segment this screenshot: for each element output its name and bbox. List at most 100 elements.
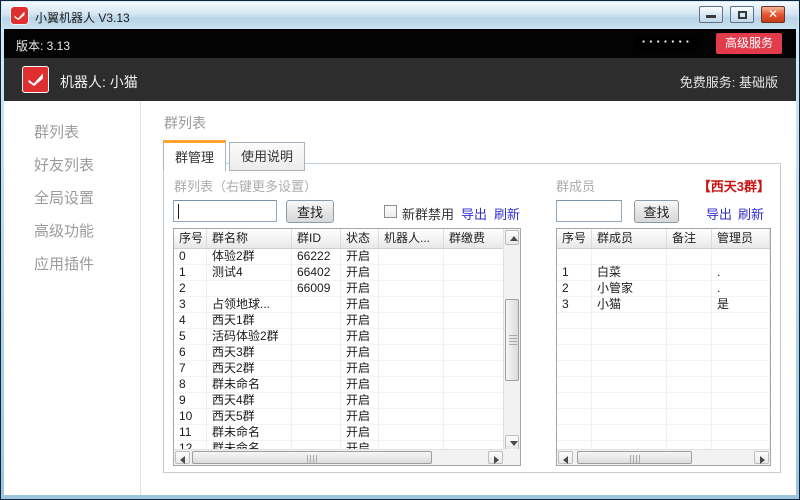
column-header[interactable]: 管理员 [712, 229, 770, 248]
scrollbar-corner [503, 449, 520, 465]
table-cell [379, 409, 444, 425]
table-row[interactable]: 1白菜. [557, 265, 770, 281]
vertical-scroll-thumb[interactable] [505, 299, 519, 381]
table-row[interactable]: 266009开启 [174, 281, 504, 297]
table-cell: 西天4群 [207, 393, 292, 409]
column-header[interactable]: 群缴费 [444, 229, 505, 248]
table-cell: 1 [557, 265, 592, 281]
premium-service-button[interactable]: 高级服务 [716, 33, 782, 54]
column-header[interactable]: 群成员 [592, 229, 667, 248]
table-cell: 测试4 [207, 265, 292, 281]
table-cell [379, 377, 444, 393]
table-row[interactable] [557, 249, 770, 265]
table-cell: 体验2群 [207, 249, 292, 265]
table-row[interactable]: 8群未命名开启 [174, 377, 504, 393]
table-cell: 8 [174, 377, 207, 393]
table-row[interactable]: 5活码体验2群开启 [174, 329, 504, 345]
table-cell: 活码体验2群 [207, 329, 292, 345]
table-cell: 6 [174, 345, 207, 361]
table-cell [444, 249, 504, 265]
version-bar: 版本: 3.13 ······· 高级服务 [4, 29, 796, 58]
thumb-grip [630, 455, 640, 463]
table-row[interactable]: 3小猫是 [557, 297, 770, 313]
table-cell [667, 281, 712, 297]
scroll-left-button[interactable] [558, 451, 573, 464]
table-row[interactable]: 9西天4群开启 [174, 393, 504, 409]
table-cell [379, 361, 444, 377]
table-cell [292, 313, 341, 329]
group-export-link[interactable]: 导出 [461, 204, 487, 223]
group-list-panel-title: 群列表（右键更多设置） [174, 176, 317, 195]
table-cell: 是 [712, 297, 770, 313]
member-search-input[interactable] [556, 200, 622, 222]
column-header[interactable]: 机器人... [379, 229, 444, 248]
column-header[interactable]: 状态 [341, 229, 379, 248]
member-list-table: 序号群成员备注管理员 1白菜.2小管家.3小猫是 [556, 228, 771, 466]
page-title: 群列表 [164, 113, 206, 133]
table-cell [444, 393, 504, 409]
horizontal-scroll-thumb[interactable] [577, 451, 692, 464]
scroll-left-button[interactable] [175, 451, 190, 464]
table-cell [292, 361, 341, 377]
table-cell: 占领地球... [207, 297, 292, 313]
scroll-up-button[interactable] [505, 230, 519, 245]
new-group-disable-label[interactable]: 新群禁用 [402, 204, 454, 223]
group-search-input[interactable] [173, 200, 277, 222]
table-row[interactable]: 4西天1群开启 [174, 313, 504, 329]
tab[interactable]: 群管理 [163, 140, 226, 172]
member-export-link[interactable]: 导出 [706, 204, 732, 223]
table-cell: 开启 [341, 345, 379, 361]
table-cell: 开启 [341, 409, 379, 425]
table-cell: 1 [174, 265, 207, 281]
table-cell: 0 [174, 249, 207, 265]
member-find-button[interactable]: 查找 [634, 200, 679, 223]
column-header[interactable]: 备注 [667, 229, 712, 248]
member-refresh-link[interactable]: 刷新 [738, 204, 764, 223]
scroll-down-button[interactable] [505, 435, 519, 450]
group-table-horizontal-scrollbar[interactable] [174, 449, 504, 465]
arrow-right-icon [760, 456, 765, 464]
table-cell: 开启 [341, 265, 379, 281]
column-separator [666, 249, 667, 451]
table-row[interactable]: 1测试466402开启 [174, 265, 504, 281]
table-row[interactable]: 0体验2群66222开启 [174, 249, 504, 265]
table-row[interactable]: 3占领地球...开启 [174, 297, 504, 313]
group-table-vertical-scrollbar[interactable] [503, 229, 520, 451]
table-cell: 西天3群 [207, 345, 292, 361]
sidebar-item[interactable]: 群列表 [34, 121, 140, 140]
minimize-button[interactable] [699, 6, 723, 23]
arrow-up-icon [510, 236, 518, 241]
horizontal-scroll-thumb[interactable] [192, 451, 432, 464]
maximize-button[interactable] [730, 6, 754, 23]
table-cell [292, 345, 341, 361]
table-cell [379, 281, 444, 297]
table-row[interactable]: 11群未命名开启 [174, 425, 504, 441]
close-button[interactable]: ✕ [761, 6, 785, 23]
robot-bar: 机器人: 小猫 免费服务: 基础版 [4, 58, 796, 101]
group-refresh-link[interactable]: 刷新 [494, 204, 520, 223]
sidebar-item[interactable]: 应用插件 [34, 253, 140, 272]
column-header[interactable]: 序号 [557, 229, 592, 248]
new-group-disable-checkbox[interactable] [384, 205, 397, 218]
sidebar-item[interactable]: 好友列表 [34, 154, 140, 173]
table-cell: 西天1群 [207, 313, 292, 329]
table-row[interactable]: 2小管家. [557, 281, 770, 297]
table-cell [292, 329, 341, 345]
member-table-horizontal-scrollbar[interactable] [557, 449, 770, 465]
column-header[interactable]: 群ID [292, 229, 341, 248]
group-find-button[interactable]: 查找 [286, 200, 334, 223]
table-cell: 开启 [341, 297, 379, 313]
sidebar-item[interactable]: 高级功能 [34, 220, 140, 239]
tab[interactable]: 使用说明 [229, 142, 305, 171]
table-cell [292, 409, 341, 425]
table-cell: 66222 [292, 249, 341, 265]
column-header[interactable]: 序号 [174, 229, 207, 248]
table-row[interactable]: 10西天5群开启 [174, 409, 504, 425]
table-cell: 开启 [341, 377, 379, 393]
column-header[interactable]: 群名称 [207, 229, 292, 248]
table-row[interactable]: 7西天2群开启 [174, 361, 504, 377]
sidebar-item[interactable]: 全局设置 [34, 187, 140, 206]
table-row[interactable]: 6西天3群 开启 [174, 345, 504, 361]
scroll-right-button[interactable] [754, 451, 769, 464]
scroll-right-button[interactable] [488, 451, 503, 464]
